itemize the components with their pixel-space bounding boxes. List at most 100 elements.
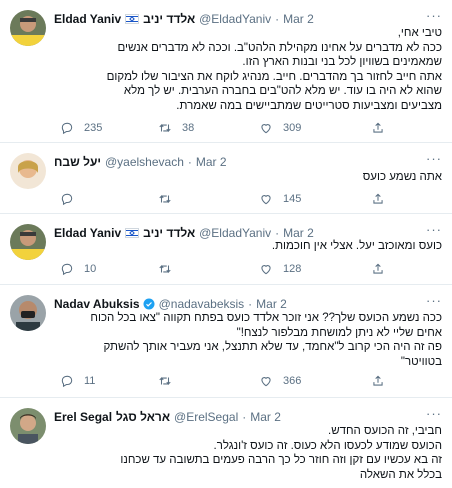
reply-icon (61, 193, 73, 206)
text-line: חביבי, זה הכועס החדש. (328, 425, 442, 437)
tweet[interactable]: Eldad Yaniv אלדד יניב @EldadYaniv · Mar … (0, 214, 452, 285)
text-line: זה בא עכשיו עם זקן וזה חוזר כל כך הרבה פ… (120, 454, 442, 466)
heart-icon (261, 195, 271, 205)
retweet-icon (159, 194, 171, 204)
tweet[interactable]: Nadav Abuksis @nadavabeksis · Mar 2 ··· … (0, 285, 452, 398)
author-handle[interactable]: @EldadYaniv (199, 12, 271, 26)
tweet[interactable]: יעל שבח @yaelshevach · Mar 2 ··· אתה נשמ… (0, 143, 452, 214)
like-count: 128 (283, 263, 302, 275)
share-icon (373, 193, 383, 204)
separator: · (242, 410, 247, 424)
tweet-actions: 235 38 309 (54, 121, 426, 137)
avatar[interactable] (10, 408, 46, 444)
tweet-text: ככה נשמע הכועס שלך?? אני זוכר אלדד כועס … (54, 311, 442, 369)
author-hebrew-name[interactable]: אלדד יניב (143, 12, 195, 26)
separator: · (275, 226, 280, 240)
author-name[interactable]: Erel Segal (54, 410, 112, 424)
tweet[interactable]: Eldad Yaniv אלדד יניב @EldadYaniv · Mar … (0, 0, 452, 143)
reply-count: 11 (84, 375, 96, 387)
retweet-icon (159, 376, 171, 386)
tweet-date[interactable]: Mar 2 (250, 410, 281, 424)
retweet-button[interactable] (158, 192, 182, 206)
tweet-text: טיבי אחי, ככה לא מדברים על אחינו מקהילת … (54, 26, 442, 113)
reply-button[interactable]: 11 (60, 374, 95, 388)
like-button[interactable]: 145 (259, 192, 301, 206)
retweet-button[interactable] (158, 374, 182, 388)
retweet-button[interactable]: 38 (158, 121, 194, 135)
share-button[interactable] (371, 262, 385, 276)
more-options-icon[interactable]: ··· (426, 222, 442, 237)
text-line: בטוויטר" (400, 355, 442, 368)
like-button[interactable]: 128 (259, 262, 301, 276)
avatar[interactable] (10, 10, 46, 46)
separator: · (275, 12, 280, 26)
share-button[interactable] (371, 121, 385, 135)
tweet[interactable]: Erel Segal אראל סגל @ErelSegal · Mar 2 ·… (0, 398, 452, 488)
tweet-text: חביבי, זה הכועס החדש. הכועס שמודע לכעסו … (54, 424, 442, 482)
author-hebrew-name[interactable]: אראל סגל (116, 410, 170, 424)
tweet-date[interactable]: Mar 2 (196, 155, 227, 169)
retweet-count: 38 (182, 122, 195, 134)
retweet-button[interactable] (158, 262, 182, 276)
more-options-icon[interactable]: ··· (426, 151, 442, 166)
tweet-date[interactable]: Mar 2 (283, 226, 314, 240)
reply-icon (61, 263, 73, 276)
avatar[interactable] (10, 153, 46, 189)
text-line: אחים שליי לא ניתן למושחת מבלפור לנצח!" (236, 326, 442, 339)
reply-button[interactable]: 10 (60, 262, 96, 276)
author-name[interactable]: Eldad Yaniv (54, 12, 121, 26)
heart-icon (261, 265, 271, 275)
separator: · (248, 297, 253, 311)
separator: · (187, 155, 192, 169)
text-line: אתה נשמע כועס (362, 171, 442, 183)
text-line: שמאמינים בשוויון לכל בני ובנות הארץ הזו. (242, 56, 442, 68)
author-handle[interactable]: @yaelshevach (105, 155, 184, 169)
more-options-icon[interactable]: ··· (426, 8, 442, 23)
text-line: אתה חייב לחזור בך מהדברים. חייב. מנהיג ל… (106, 70, 442, 83)
author-name[interactable]: Eldad Yaniv (54, 226, 121, 240)
author-hebrew-name[interactable]: אלדד יניב (143, 226, 195, 240)
share-button[interactable] (371, 374, 385, 388)
heart-icon (261, 377, 271, 387)
author-hebrew-name[interactable]: יעל שבח (54, 155, 101, 169)
tweet-actions: 11 366 (54, 374, 426, 390)
heart-icon (261, 124, 271, 134)
text-line: פה זה היה הכי קרוב ל"אחמד, עד שלא תתנצל,… (103, 341, 442, 353)
reply-icon (61, 122, 73, 135)
tweet-actions: 145 (54, 192, 426, 208)
more-options-icon[interactable]: ··· (426, 293, 442, 308)
share-icon (373, 375, 383, 386)
author-handle[interactable]: @ErelSegal (174, 410, 238, 424)
reply-button[interactable] (60, 192, 84, 206)
like-count: 309 (283, 122, 302, 134)
israel-flag-icon (125, 228, 140, 238)
tweet-date[interactable]: Mar 2 (256, 297, 287, 311)
share-button[interactable] (371, 192, 385, 206)
like-button[interactable]: 309 (259, 121, 301, 135)
author-handle[interactable]: @nadavabeksis (159, 297, 245, 311)
text-line: כועס ומאוכזב יעל. אצלי אין חוכמות. (271, 240, 442, 252)
reply-count: 235 (84, 122, 103, 134)
israel-flag-icon (125, 14, 140, 24)
tweet-text: אתה נשמע כועס (54, 170, 442, 185)
reply-button[interactable]: 235 (60, 121, 102, 135)
text-line: בכלל את השאלה (359, 468, 442, 481)
tweet-text: כועס ומאוכזב יעל. אצלי אין חוכמות. (54, 239, 442, 254)
like-button[interactable]: 366 (259, 374, 301, 388)
tweet-header: יעל שבח @yaelshevach · Mar 2 (54, 153, 442, 171)
share-icon (373, 122, 383, 133)
verified-badge-icon (143, 298, 155, 310)
author-name[interactable]: Nadav Abuksis (54, 297, 140, 311)
retweet-icon (159, 264, 171, 274)
tweet-date[interactable]: Mar 2 (283, 12, 314, 26)
text-line: הכועס שמודע לכעסו הלא כעוס. זה כועס ז'ונ… (213, 439, 442, 452)
tweet-actions: 10 128 (54, 262, 426, 278)
like-count: 366 (283, 375, 302, 387)
text-line: טיבי אחי, (397, 27, 442, 39)
share-icon (373, 263, 383, 274)
author-handle[interactable]: @EldadYaniv (199, 226, 271, 240)
more-options-icon[interactable]: ··· (426, 406, 442, 421)
avatar[interactable] (10, 224, 46, 260)
text-line: שהוא לא היה בו עוד. יש מלא להט"בים בחברה… (123, 85, 442, 97)
avatar[interactable] (10, 295, 46, 331)
